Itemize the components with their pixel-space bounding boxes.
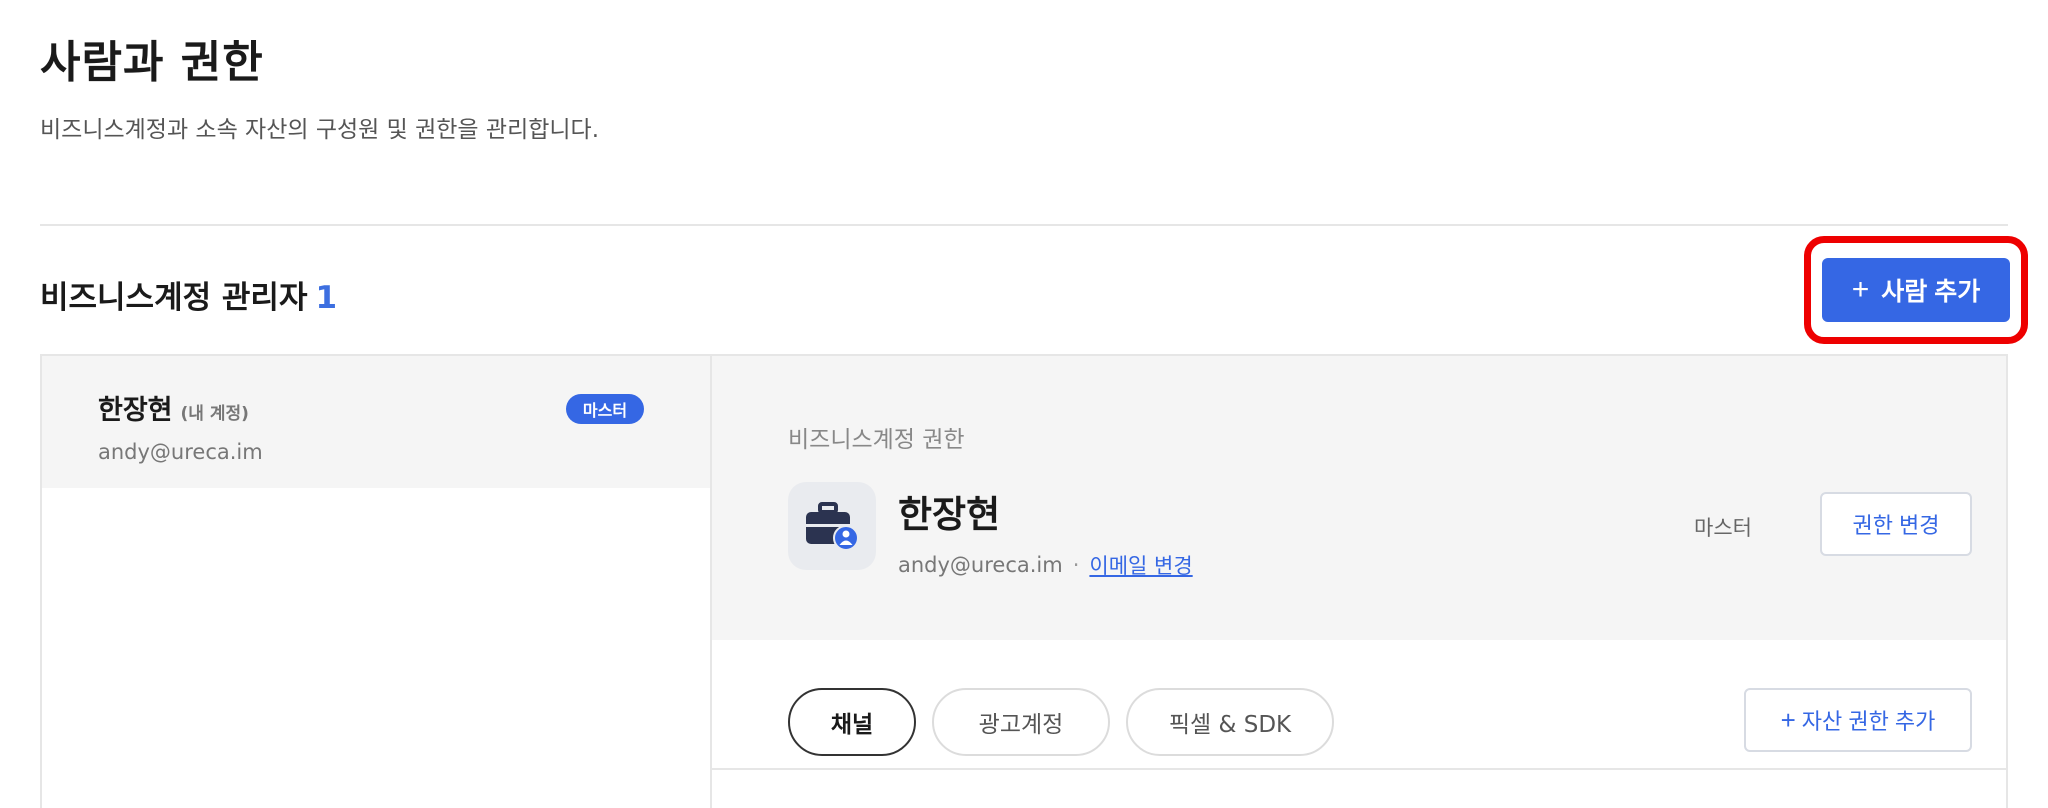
member-name-text: 한장현 [98,395,173,426]
section-title: 비즈니스계정 관리자 1 [40,272,337,317]
tab-channel[interactable]: 채널 [788,688,916,756]
header-divider [40,224,2008,226]
member-detail: 비즈니스계정 권한 한장현 andy@ureca.im · 이메일 변경 마스터… [712,356,2006,808]
separator-dot: · [1072,553,1080,577]
business-permission-label: 비즈니스계정 권한 [788,427,965,453]
member-detail-header: 비즈니스계정 권한 한장현 andy@ureca.im · 이메일 변경 마스터… [712,356,2006,640]
asset-tabs: 채널 광고계정 픽셀 & SDK + 자산 권한 추가 [712,640,2006,770]
member-note: (내 계정) [180,404,249,424]
tab-pixel-sdk[interactable]: 픽셀 & SDK [1126,688,1334,756]
role-label: 마스터 [1694,516,1752,540]
change-permission-button[interactable]: 권한 변경 [1820,492,1972,556]
admin-panel: 한장현 (내 계정) andy@ureca.im 마스터 비즈니스계정 권한 한장… [40,354,2008,808]
tab-ad-account[interactable]: 광고계정 [932,688,1110,756]
business-account-avatar [788,482,876,570]
briefcase-user-icon [806,502,859,551]
admin-count: 1 [315,280,338,316]
plus-icon: + [1851,273,1870,306]
section-title-label: 비즈니스계정 관리자 [40,280,308,316]
email-change-link[interactable]: 이메일 변경 [1089,550,1192,580]
add-person-button[interactable]: + 사람 추가 [1822,258,2010,322]
detail-name: 한장현 [898,493,1001,536]
detail-email: andy@ureca.im [898,553,1063,577]
role-badge: 마스터 [566,394,644,424]
detail-email-row: andy@ureca.im · 이메일 변경 [898,550,1193,580]
member-list: 한장현 (내 계정) andy@ureca.im 마스터 [42,356,712,808]
add-asset-permission-button[interactable]: + 자산 권한 추가 [1744,688,1972,752]
add-asset-permission-label: 자산 권한 추가 [1801,709,1936,734]
member-name: 한장현 (내 계정) [98,388,249,427]
add-person-label: 사람 추가 [1881,278,1981,306]
member-list-item[interactable]: 한장현 (내 계정) andy@ureca.im 마스터 [42,356,710,488]
page-title: 사람과 권한 [40,37,264,88]
member-email: andy@ureca.im [98,440,263,464]
page-subtitle: 비즈니스계정과 소속 자산의 구성원 및 권한을 관리합니다. [40,117,600,143]
plus-icon: + [1780,704,1796,735]
